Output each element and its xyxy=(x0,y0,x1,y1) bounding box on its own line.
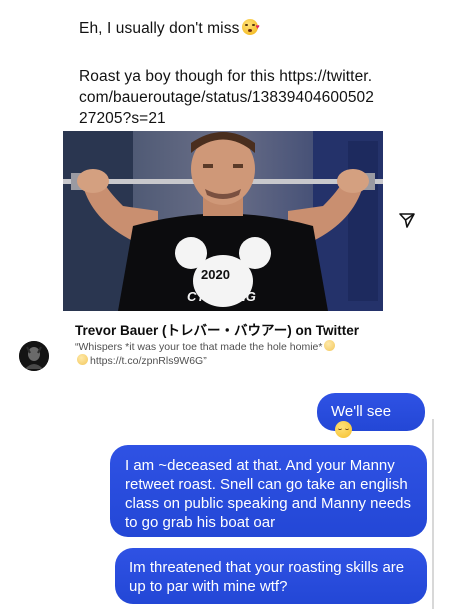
laughing-emoji-icon xyxy=(77,354,88,365)
bubble-text: Im threatened that your roasting skills … xyxy=(129,559,405,595)
tweet-preview-image[interactable]: 2020 CY YOUNG xyxy=(63,131,383,311)
relieved-face-emoji-icon xyxy=(335,421,352,438)
received-message: Eh, I usually don't miss ♥ xyxy=(79,18,379,39)
bubble-text: I am ~deceased at that. And your Manny r… xyxy=(125,457,412,531)
message-text: Roast ya boy though for this https://twi… xyxy=(79,68,374,127)
sent-message-bubble[interactable]: Im threatened that your roasting skills … xyxy=(115,548,427,604)
sent-message-bubble[interactable]: I am ~deceased at that. And your Manny r… xyxy=(110,445,427,537)
tweet-desc-text: “Whispers *it was your toe that made the… xyxy=(75,341,323,353)
share-icon[interactable] xyxy=(398,211,416,229)
received-message-link[interactable]: Roast ya boy though for this https://twi… xyxy=(79,66,379,129)
laughing-emoji-icon xyxy=(324,340,336,351)
kiss-wink-emoji-icon: ♥ xyxy=(242,19,260,35)
bubble-text: We'll see xyxy=(331,403,392,420)
tweet-card-title[interactable]: Trevor Bauer (トレバー・バウアー) on Twitter xyxy=(75,319,359,339)
message-text: Eh, I usually don't miss xyxy=(79,20,240,37)
image-caption-bottom: CY YOUNG xyxy=(187,289,256,304)
avatar[interactable] xyxy=(19,341,49,371)
sent-message-bubble[interactable]: We'll see xyxy=(317,393,425,438)
tweet-photo xyxy=(63,131,383,311)
tweet-desc-link[interactable]: https://t.co/zpnRls9W6G” xyxy=(90,355,207,367)
image-caption-top: 2020 xyxy=(201,267,230,282)
tweet-card-description: “Whispers *it was your toe that made the… xyxy=(75,340,375,368)
scroll-indicator xyxy=(432,419,434,609)
